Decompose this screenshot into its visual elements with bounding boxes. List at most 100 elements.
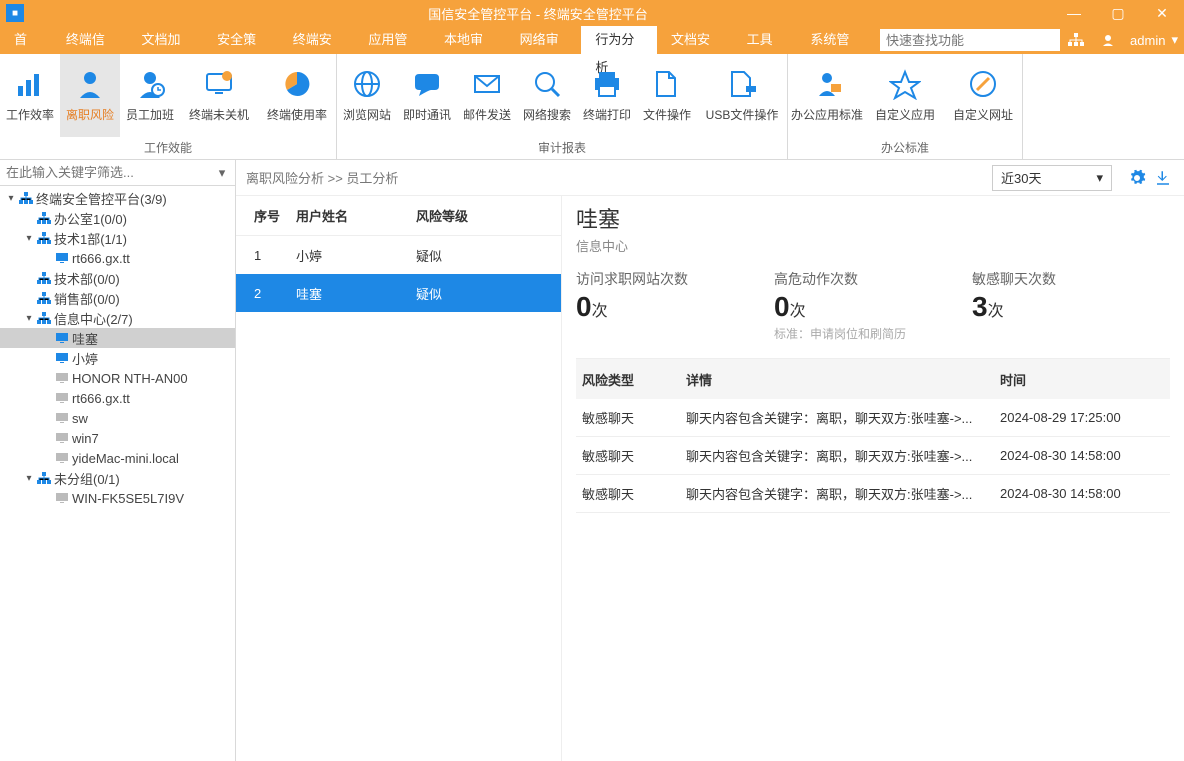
tree-filter-bar: ▾ xyxy=(0,160,235,186)
ribbon-终端未关机[interactable]: 终端未关机 xyxy=(180,54,258,137)
ribbon-label: 办公应用标准 xyxy=(791,106,863,123)
tree-node-icon xyxy=(54,251,70,265)
menu-item-3[interactable]: 安全策略 xyxy=(203,26,279,54)
tree-node-11[interactable]: sw xyxy=(0,408,235,428)
user-dropdown-icon[interactable]: ▾ xyxy=(1171,32,1178,48)
tree-twisty-icon[interactable] xyxy=(40,391,54,405)
tree-node-10[interactable]: rt666.gx.tt xyxy=(0,388,235,408)
breadcrumb-bar: 离职风险分析 >> 员工分析 近30天 ▾ xyxy=(236,160,1184,196)
tree-node-14[interactable]: ▾ 未分组(0/1) xyxy=(0,468,235,488)
tree-node-label: 小婷 xyxy=(70,349,98,368)
tree-node-7[interactable]: 哇塞 xyxy=(0,328,235,348)
cell-level: 疑似 xyxy=(416,284,561,303)
ribbon-办公应用标准[interactable]: 办公应用标准 xyxy=(788,54,866,137)
tree-twisty-icon[interactable]: ▾ xyxy=(4,191,18,205)
ribbon-icon xyxy=(889,68,921,100)
menu-item-0[interactable]: 首页 xyxy=(0,26,52,54)
ribbon-离职风险[interactable]: 离职风险 xyxy=(60,54,120,137)
tree-node-4[interactable]: 技术部(0/0) xyxy=(0,268,235,288)
ribbon-工作效率[interactable]: 工作效率 xyxy=(0,54,60,137)
tree-twisty-icon[interactable] xyxy=(40,371,54,385)
menu-item-2[interactable]: 文档加密 xyxy=(127,26,203,54)
ribbon-终端使用率[interactable]: 终端使用率 xyxy=(258,54,336,137)
cell-detail: 聊天内容包含关键字：离职，聊天双方:张哇塞->... xyxy=(686,408,1000,427)
list-row[interactable]: 2哇塞疑似 xyxy=(236,274,561,312)
menu-item-9[interactable]: 文档安全 xyxy=(657,26,733,54)
risk-row[interactable]: 敏感聊天聊天内容包含关键字：离职，聊天双方:张哇塞->...2024-08-30… xyxy=(576,475,1170,513)
ribbon-自定义应用[interactable]: 自定义应用 xyxy=(866,54,944,137)
tree-node-2[interactable]: ▾技术1部(1/1) xyxy=(0,228,235,248)
tree-twisty-icon[interactable] xyxy=(40,251,54,265)
menu-item-11[interactable]: 系统管理 xyxy=(796,26,872,54)
ribbon-label: USB文件操作 xyxy=(706,106,779,123)
tree-node-9[interactable]: HONOR NTH-AN00 xyxy=(0,368,235,388)
ribbon-USB文件操作[interactable]: USB文件操作 xyxy=(697,54,787,137)
cell-type: 敏感聊天 xyxy=(576,408,686,427)
tree-node-label: 办公室1(0/0) xyxy=(52,209,127,228)
org-tree-icon[interactable] xyxy=(1060,29,1092,51)
tree-node-6[interactable]: ▾ 信息中心(2/7) xyxy=(0,308,235,328)
settings-icon[interactable] xyxy=(1126,167,1148,189)
menu-item-6[interactable]: 本地审计 xyxy=(430,26,506,54)
ribbon-label: 邮件发送 xyxy=(463,106,511,123)
tree-twisty-icon[interactable] xyxy=(40,431,54,445)
ribbon-icon xyxy=(591,68,623,100)
download-icon[interactable] xyxy=(1152,167,1174,189)
stat-title: 敏感聊天次数 xyxy=(972,269,1170,289)
tree-twisty-icon[interactable] xyxy=(40,451,54,465)
menu-item-1[interactable]: 终端信息 xyxy=(52,26,128,54)
ribbon-自定义网址[interactable]: 自定义网址 xyxy=(944,54,1022,137)
tree-node-0[interactable]: ▾终端安全管控平台(3/9) xyxy=(0,188,235,208)
minimize-button[interactable]: — xyxy=(1052,0,1096,26)
menu-item-10[interactable]: 工具箱 xyxy=(733,26,797,54)
tree-node-label: 信息中心(2/7) xyxy=(52,309,133,328)
menu-item-5[interactable]: 应用管理 xyxy=(354,26,430,54)
tree-twisty-icon[interactable] xyxy=(22,291,36,305)
tree-twisty-icon[interactable] xyxy=(40,491,54,505)
tree-filter-input[interactable] xyxy=(0,161,209,185)
cell-detail: 聊天内容包含关键字：离职，聊天双方:张哇塞->... xyxy=(686,446,1000,465)
ribbon-员工加班[interactable]: 员工加班 xyxy=(120,54,180,137)
ribbon-label: 终端未关机 xyxy=(189,106,249,123)
tree-node-3[interactable]: rt666.gx.tt xyxy=(0,248,235,268)
tree-node-15[interactable]: WIN-FK5SE5L7I9V xyxy=(0,488,235,508)
tree-node-icon xyxy=(54,431,70,445)
tree-node-label: 未分组(0/1) xyxy=(52,469,120,488)
current-user[interactable]: admin xyxy=(1130,33,1165,48)
tree-twisty-icon[interactable]: ▾ xyxy=(22,311,36,325)
tree-twisty-icon[interactable] xyxy=(22,271,36,285)
tree-twisty-icon[interactable]: ▾ xyxy=(22,471,36,485)
ribbon-label: 离职风险 xyxy=(66,106,114,123)
ribbon-终端打印[interactable]: 终端打印 xyxy=(577,54,637,137)
tree-twisty-icon[interactable]: ▾ xyxy=(22,231,36,245)
user-icon[interactable] xyxy=(1092,29,1124,51)
tree-node-12[interactable]: win7 xyxy=(0,428,235,448)
menu-item-7[interactable]: 网络审计 xyxy=(506,26,582,54)
ribbon-即时通讯[interactable]: 即时通讯 xyxy=(397,54,457,137)
menu-item-8[interactable]: 行为分析 xyxy=(581,26,657,54)
tree-twisty-icon[interactable] xyxy=(40,331,54,345)
period-select[interactable]: 近30天 ▾ xyxy=(992,165,1112,191)
tree-twisty-icon[interactable] xyxy=(22,211,36,225)
close-button[interactable]: ✕ xyxy=(1140,0,1184,26)
ribbon-邮件发送[interactable]: 邮件发送 xyxy=(457,54,517,137)
risk-row[interactable]: 敏感聊天聊天内容包含关键字：离职，聊天双方:张哇塞->...2024-08-29… xyxy=(576,399,1170,437)
menu-item-4[interactable]: 终端安全 xyxy=(279,26,355,54)
ribbon-icon xyxy=(134,68,166,100)
tree-node-8[interactable]: 小婷 xyxy=(0,348,235,368)
tree-node-1[interactable]: 办公室1(0/0) xyxy=(0,208,235,228)
tree-twisty-icon[interactable] xyxy=(40,411,54,425)
maximize-button[interactable]: ▢ xyxy=(1096,0,1140,26)
tree-node-13[interactable]: yideMac-mini.local xyxy=(0,448,235,468)
risk-row[interactable]: 敏感聊天聊天内容包含关键字：离职，聊天双方:张哇塞->...2024-08-30… xyxy=(576,437,1170,475)
stat-value: 0次 xyxy=(576,291,774,323)
ribbon-文件操作[interactable]: 文件操作 xyxy=(637,54,697,137)
tree-twisty-icon[interactable] xyxy=(40,351,54,365)
list-row[interactable]: 1小婷疑似 xyxy=(236,236,561,274)
ribbon-网络搜索[interactable]: 网络搜索 xyxy=(517,54,577,137)
ribbon-浏览网站[interactable]: 浏览网站 xyxy=(337,54,397,137)
tree-node-5[interactable]: 销售部(0/0) xyxy=(0,288,235,308)
tree-node-icon xyxy=(54,491,70,505)
tree-filter-dropdown-icon[interactable]: ▾ xyxy=(209,165,235,181)
search-input[interactable] xyxy=(880,29,1060,51)
